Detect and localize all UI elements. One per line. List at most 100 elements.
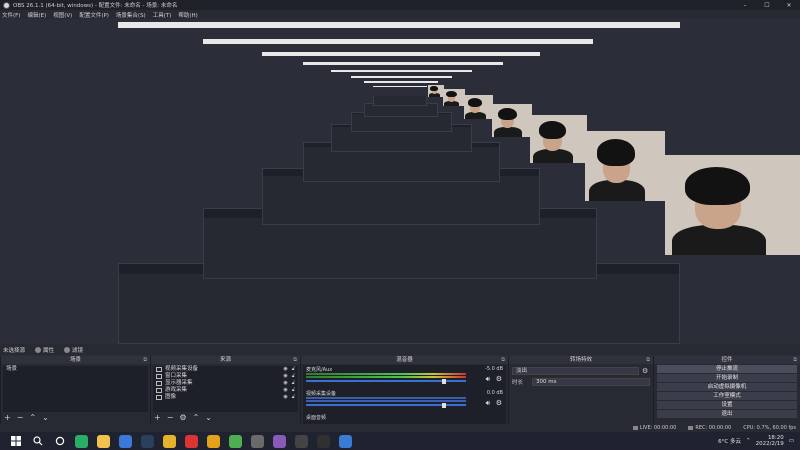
stop-streaming-button[interactable]: 停止推流 xyxy=(657,365,797,373)
list-item[interactable]: 显示器采集 ◉ 🔓︎ xyxy=(153,380,298,387)
studio-mode-button[interactable]: 工作室模式 xyxy=(657,392,797,400)
remove-scene-button[interactable]: − xyxy=(17,413,24,422)
notification-icon[interactable]: ▭ xyxy=(789,438,794,444)
window-controls: – ☐ ✕ xyxy=(734,0,800,10)
preview-canvas[interactable] xyxy=(0,19,800,344)
volume-slider-thumb[interactable] xyxy=(442,402,446,408)
menu-file[interactable]: 文件(F) xyxy=(2,11,20,19)
remove-source-button[interactable]: − xyxy=(167,413,174,422)
mail-icon[interactable] xyxy=(119,434,132,448)
steam-icon[interactable] xyxy=(141,434,154,448)
transition-settings-icon[interactable]: ⚙ xyxy=(642,367,650,375)
app-icon-2[interactable] xyxy=(273,434,286,448)
list-item[interactable]: 场景 xyxy=(3,366,148,373)
source-controls: ◉ 🔓︎ xyxy=(283,380,295,387)
visibility-icon[interactable]: ◉ xyxy=(283,373,287,380)
wechat-icon[interactable] xyxy=(75,434,88,448)
scenes-list[interactable]: 场景 xyxy=(3,366,148,412)
add-source-button[interactable]: + xyxy=(154,413,161,422)
file-explorer-icon[interactable] xyxy=(97,434,110,448)
undock-icon[interactable]: ⧉ xyxy=(501,356,505,364)
volume-slider[interactable] xyxy=(306,378,466,384)
transition-type-select[interactable]: 淡出 xyxy=(512,366,639,375)
visibility-icon[interactable]: ◉ xyxy=(283,380,287,387)
channel-settings-icon[interactable]: ⚙ xyxy=(496,375,502,383)
settings-button[interactable]: 设置 xyxy=(657,401,797,409)
start-recording-button[interactable]: 开始录制 xyxy=(657,374,797,382)
nested-preview-frame xyxy=(373,96,427,106)
app-icon-4[interactable] xyxy=(339,434,352,448)
mixer-channels: 麦克风/Aux -5.0 dB 🔊︎ ⚙ 视频采集设备 0.0 dB 🔊︎ ⚙ 桌面音频 xyxy=(303,365,506,424)
exit-button[interactable]: 退出 xyxy=(657,410,797,418)
visibility-icon[interactable]: ◉ xyxy=(283,394,287,401)
volume-slider-thumb[interactable] xyxy=(442,378,446,384)
visibility-icon[interactable]: ◉ xyxy=(283,387,287,394)
volume-slider[interactable] xyxy=(306,402,466,408)
undock-icon[interactable]: ⧉ xyxy=(793,356,797,364)
clock[interactable]: 18:20 2022/2/19 xyxy=(756,435,784,448)
shield-icon[interactable] xyxy=(207,434,220,448)
menu-help[interactable]: 帮助(H) xyxy=(178,11,197,19)
person-hair xyxy=(685,167,751,205)
visibility-icon[interactable]: ◉ xyxy=(283,366,287,373)
close-button[interactable]: ✕ xyxy=(778,0,800,10)
sources-dock-footer: + − ⚙ ⌃ ⌄ xyxy=(154,413,212,422)
menu-edit[interactable]: 编辑(E) xyxy=(27,11,46,19)
list-item[interactable]: 图像 ◉ 🔓︎ xyxy=(153,394,298,401)
undock-icon[interactable]: ⧉ xyxy=(293,356,297,364)
mute-icon[interactable]: 🔊︎ xyxy=(486,375,490,384)
green-app-icon[interactable] xyxy=(229,434,242,448)
weather-widget[interactable]: 6°C 多云 xyxy=(718,437,741,445)
nested-dock-panel xyxy=(304,147,499,181)
menu-tools[interactable]: 工具(T) xyxy=(153,11,172,19)
channel-db: -5.0 dB xyxy=(485,366,503,372)
add-scene-button[interactable]: + xyxy=(4,413,11,422)
rec-status: REC: 00:00:00 xyxy=(688,425,731,431)
sources-list[interactable]: 视频采集设备 ◉ 🔓︎ 窗口采集 ◉ 🔓︎ 显示器采集 ◉ 🔓︎ 游戏采集 ◉ 🔓︎ 图像 ◉ 🔓︎ xyxy=(153,366,298,412)
app-icon-1[interactable] xyxy=(251,434,264,448)
lock-icon[interactable]: 🔓︎ xyxy=(292,380,295,387)
task-view-icon[interactable] xyxy=(53,435,66,448)
source-properties-button[interactable]: ⚙ xyxy=(179,413,186,422)
person-hair xyxy=(430,86,439,91)
status-bar: LIVE: 00:00:00 REC: 00:00:00 CPU: 0.7%, … xyxy=(0,424,800,432)
menu-profile[interactable]: 配置文件(P) xyxy=(79,11,109,19)
person-body xyxy=(671,225,767,255)
channel-settings-icon[interactable]: ⚙ xyxy=(496,399,502,407)
start-virtual-camera-button[interactable]: 启动虚拟摄像机 xyxy=(657,383,797,391)
list-item[interactable]: 视频采集设备 ◉ 🔓︎ xyxy=(153,366,298,373)
netease-icon[interactable] xyxy=(185,434,198,448)
source-type-icon xyxy=(156,374,162,379)
person-body xyxy=(589,180,645,201)
search-icon[interactable] xyxy=(31,435,44,448)
move-up-button[interactable]: ⌃ xyxy=(193,413,200,422)
chrome-icon[interactable] xyxy=(163,434,176,448)
undock-icon[interactable]: ⧉ xyxy=(143,356,147,364)
source-type-icon xyxy=(156,381,162,386)
obs-icon[interactable] xyxy=(317,434,330,448)
tray-chevron-icon[interactable]: ⌃ xyxy=(746,438,751,444)
properties-button[interactable]: 属性 xyxy=(35,346,54,354)
lock-icon[interactable]: 🔓︎ xyxy=(292,373,295,380)
lock-icon[interactable]: 🔓︎ xyxy=(292,394,295,401)
move-up-button[interactable]: ⌃ xyxy=(29,413,36,422)
undock-icon[interactable]: ⧉ xyxy=(646,356,650,364)
filters-button[interactable]: 滤镜 xyxy=(64,346,83,354)
menu-scene-collection[interactable]: 场景集合(S) xyxy=(116,11,146,19)
move-down-button[interactable]: ⌄ xyxy=(42,413,49,422)
app-icon-3[interactable] xyxy=(295,434,308,448)
duration-input[interactable]: 300 ms xyxy=(532,377,650,386)
list-item[interactable]: 游戏采集 ◉ 🔓︎ xyxy=(153,387,298,394)
person-body xyxy=(444,100,460,106)
lock-icon[interactable]: 🔓︎ xyxy=(292,387,295,394)
minimize-button[interactable]: – xyxy=(734,0,756,10)
list-item[interactable]: 窗口采集 ◉ 🔓︎ xyxy=(153,373,298,380)
mute-icon[interactable]: 🔊︎ xyxy=(486,399,490,408)
lock-icon[interactable]: 🔓︎ xyxy=(292,366,295,373)
move-down-button[interactable]: ⌄ xyxy=(205,413,212,422)
maximize-button[interactable]: ☐ xyxy=(756,0,778,10)
nested-dock-panel xyxy=(374,96,426,105)
windows-start-icon[interactable] xyxy=(9,435,22,448)
menu-view[interactable]: 视图(V) xyxy=(53,11,72,19)
obs-window: OBS 26.1.1 (64-bit, windows) - 配置文件: 未命名… xyxy=(0,0,800,450)
